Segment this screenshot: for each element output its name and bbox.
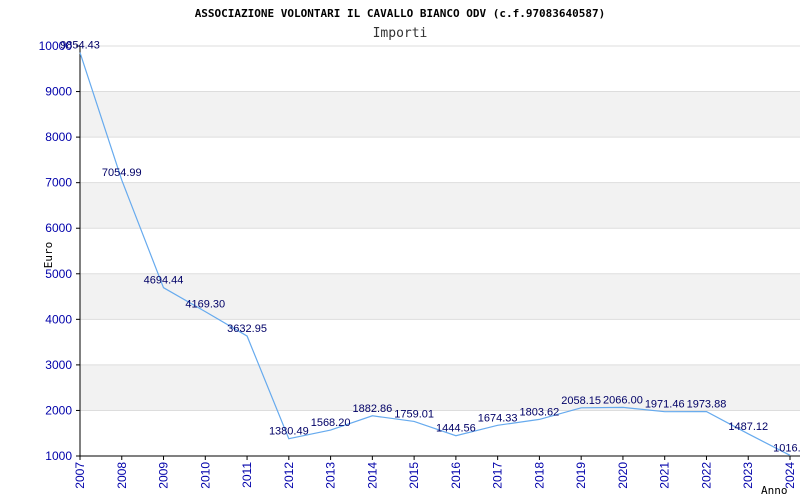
data-label: 1487.12	[728, 421, 768, 433]
y-tick-label: 1000	[45, 449, 72, 463]
x-tick-label: 2008	[115, 462, 129, 489]
chart-title: ASSOCIAZIONE VOLONTARI IL CAVALLO BIANCO…	[195, 7, 606, 20]
y-tick-label: 6000	[45, 221, 72, 235]
data-label: 3632.95	[227, 323, 267, 335]
chart: ASSOCIAZIONE VOLONTARI IL CAVALLO BIANCO…	[39, 7, 800, 497]
x-tick-label: 2010	[198, 462, 212, 489]
y-axis-label: Euro	[42, 242, 55, 269]
data-label: 2066.00	[603, 394, 643, 406]
data-label: 4694.44	[144, 275, 184, 287]
y-tick-label: 2000	[45, 403, 72, 417]
data-label: 9854.43	[60, 40, 100, 52]
x-tick-label: 2020	[616, 462, 630, 489]
y-tick-label: 7000	[45, 176, 72, 190]
x-tick-label: 2012	[282, 462, 296, 489]
data-label: 2058.15	[561, 395, 601, 407]
x-axis-label: Anno	[761, 484, 788, 497]
data-label: 1444.56	[436, 423, 476, 435]
x-tick-label: 2021	[658, 462, 672, 489]
data-label: 1674.33	[478, 412, 518, 424]
chart-subtitle: Importi	[373, 26, 428, 41]
x-tick-label: 2014	[365, 462, 379, 489]
data-label: 1759.01	[394, 408, 434, 420]
data-label: 1971.46	[645, 399, 685, 411]
data-label: 1380.49	[269, 426, 309, 438]
data-label: 1973.88	[687, 399, 727, 411]
data-label: 1016.1	[773, 442, 800, 454]
x-tick-label: 2013	[324, 462, 338, 489]
grid-band	[80, 91, 800, 138]
x-tick-label: 2023	[741, 462, 755, 489]
x-tick-label: 2018	[532, 462, 546, 489]
x-tick-label: 2022	[699, 462, 713, 489]
x-tick-label: 2009	[157, 462, 171, 489]
x-tick-label: 2015	[407, 462, 421, 489]
y-tick-label: 8000	[45, 130, 72, 144]
y-tick-label: 9000	[45, 85, 72, 99]
data-label: 4169.30	[185, 299, 225, 311]
x-axis-ticks: 2007 2008 2009 2010 2011 2012 2013 2014 2015 2016…	[73, 456, 797, 489]
y-tick-label: 4000	[45, 312, 72, 326]
data-label: 7054.99	[102, 167, 142, 179]
y-tick-label: 3000	[45, 358, 72, 372]
data-label: 1803.62	[520, 406, 560, 418]
x-tick-label: 2011	[240, 462, 254, 488]
x-tick-label: 2016	[449, 462, 463, 489]
x-tick-label: 2019	[574, 462, 588, 489]
x-tick-label: 2007	[73, 462, 87, 489]
data-label: 1568.20	[311, 417, 351, 429]
grid-band	[80, 273, 800, 320]
grid-band	[80, 182, 800, 229]
data-label: 1882.86	[352, 403, 392, 415]
grid-bands	[80, 91, 800, 411]
x-tick-label: 2017	[491, 462, 505, 489]
